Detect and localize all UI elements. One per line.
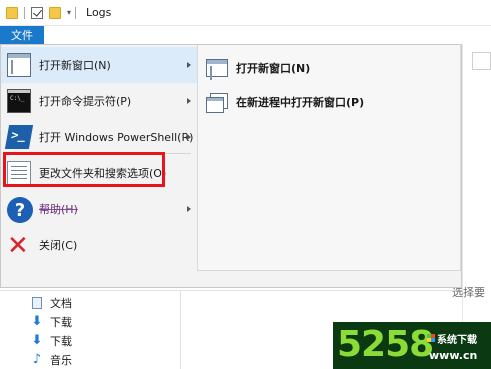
new-process-window-icon [206, 93, 228, 113]
submenu-panel: 打开新窗口(N) 在新进程中打开新窗口(P) [197, 45, 461, 271]
navigation-pane: 文档 ⬇ 下载 ⬇ 下载 ♪ 音乐 [30, 293, 170, 369]
watermark-url: www.cn [429, 349, 478, 362]
file-menu-list: 打开新窗口(N) 打开命令提示符(P) 打开 Windows PowerShel… [1, 45, 197, 287]
submenu-item-label: 打开新窗口(N) [236, 62, 311, 75]
download-icon: ⬇ [31, 314, 43, 329]
separator [75, 6, 77, 19]
separator [24, 6, 25, 19]
nav-item-music[interactable]: ♪ 音乐 [30, 350, 170, 369]
nav-item-documents[interactable]: 文档 [30, 293, 170, 312]
powershell-icon [4, 125, 34, 149]
windows-flag-icon [427, 334, 435, 342]
new-window-icon [7, 53, 31, 77]
nav-item-label: 下载 [50, 334, 72, 348]
nav-item-downloads[interactable]: ⬇ 下载 [30, 312, 170, 331]
folder-icon[interactable] [6, 6, 18, 19]
menu-divider [7, 153, 191, 154]
details-pane [462, 44, 491, 369]
chevron-right-icon [187, 206, 191, 212]
watermark-number: 5258 [337, 324, 434, 365]
menu-item-label: 更改文件夹和搜索选项(O) [39, 167, 167, 180]
chevron-right-icon [187, 134, 191, 140]
menu-item-folder-options[interactable]: 更改文件夹和搜索选项(O) [1, 155, 197, 191]
download-icon: ⬇ [31, 333, 43, 348]
file-menu: 打开新窗口(N) 打开命令提示符(P) 打开 Windows PowerShel… [0, 44, 462, 288]
menu-item-open-new-window[interactable]: 打开新窗口(N) [1, 47, 197, 83]
help-icon: ? [7, 197, 33, 223]
menu-item-label: 关闭(C) [39, 239, 78, 252]
document-icon [30, 296, 44, 310]
window-title: Logs [86, 6, 112, 19]
cmd-icon [7, 89, 31, 113]
dropdown-icon[interactable]: ▾ [67, 8, 71, 17]
title-bar: ▾ Logs [0, 0, 491, 26]
submenu-item-open-new-process-window[interactable]: 在新进程中打开新窗口(P) [206, 89, 364, 115]
menu-item-label: 帮助(H) [39, 203, 78, 216]
checkbox-icon[interactable] [31, 6, 43, 19]
menu-item-label: 打开命令提示符(P) [39, 95, 132, 108]
folder-options-icon [7, 161, 31, 185]
menu-item-open-powershell[interactable]: 打开 Windows PowerShell(R) [1, 119, 197, 155]
menu-item-open-cmd[interactable]: 打开命令提示符(P) [1, 83, 197, 119]
chevron-right-icon [187, 62, 191, 68]
menu-item-label: 打开新窗口(N) [39, 59, 111, 72]
nav-item-downloads-2[interactable]: ⬇ 下载 [30, 331, 170, 350]
submenu-item-open-new-window[interactable]: 打开新窗口(N) [206, 55, 310, 81]
music-icon: ♪ [32, 352, 42, 367]
chevron-right-icon [187, 98, 191, 104]
nav-item-label: 下载 [50, 315, 72, 329]
nav-item-label: 文档 [50, 296, 72, 310]
menu-item-close[interactable]: ✕ 关闭(C) [1, 227, 197, 263]
search-input[interactable] [472, 52, 491, 70]
submenu-item-label: 在新进程中打开新窗口(P) [236, 96, 365, 109]
new-folder-icon[interactable] [49, 6, 61, 19]
menu-item-label: 打开 Windows PowerShell(R) [39, 131, 194, 144]
close-icon: ✕ [7, 231, 29, 261]
divider [0, 290, 462, 291]
nav-item-label: 音乐 [50, 353, 72, 367]
watermark-logo: 5258 系统下载 www.cn [333, 322, 491, 369]
divider [180, 290, 181, 369]
watermark-site-name: 系统下载 [437, 335, 477, 346]
new-window-icon [206, 59, 228, 80]
menu-item-help[interactable]: ? 帮助(H) [1, 191, 197, 227]
tab-file[interactable]: 文件 [0, 26, 44, 44]
